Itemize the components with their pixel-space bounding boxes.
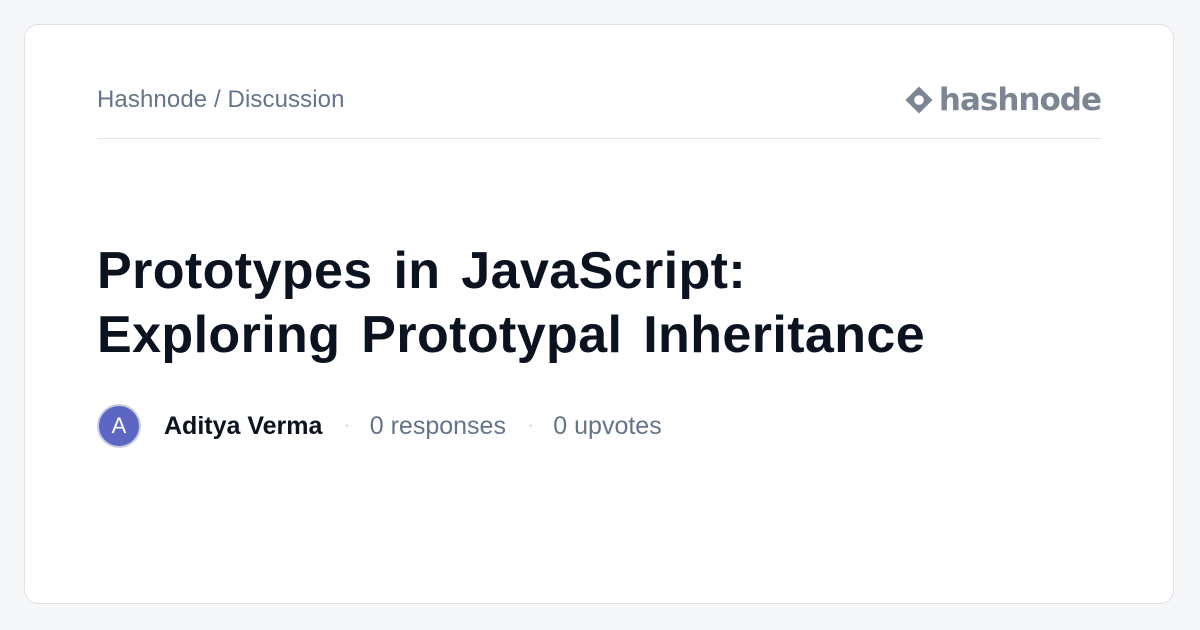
upvotes-count[interactable]: 0 upvotes: [553, 412, 661, 441]
discussion-card: Hashnode / Discussion hashnode Prototype…: [24, 24, 1174, 604]
brand-wordmark: hashnode: [938, 81, 1102, 118]
hashnode-brand[interactable]: hashnode: [903, 80, 1102, 120]
meta-separator: ·: [527, 417, 534, 434]
author-name[interactable]: Aditya Verma: [164, 412, 322, 441]
hashnode-logo-icon: [905, 86, 933, 114]
card-header: Hashnode / Discussion hashnode: [97, 80, 1102, 139]
title-line-1: Prototypes in JavaScript:: [97, 242, 747, 300]
breadcrumb[interactable]: Hashnode / Discussion: [97, 86, 345, 114]
responses-count[interactable]: 0 responses: [370, 412, 506, 441]
post-meta: A Aditya Verma · 0 responses · 0 upvotes: [97, 402, 662, 450]
avatar[interactable]: A: [97, 404, 141, 448]
title-line-2: Exploring Prototypal Inheritance: [97, 306, 926, 364]
page-title[interactable]: Prototypes in JavaScript: Exploring Prot…: [97, 239, 1097, 367]
meta-separator: ·: [344, 417, 350, 434]
avatar-initial: A: [111, 413, 127, 438]
